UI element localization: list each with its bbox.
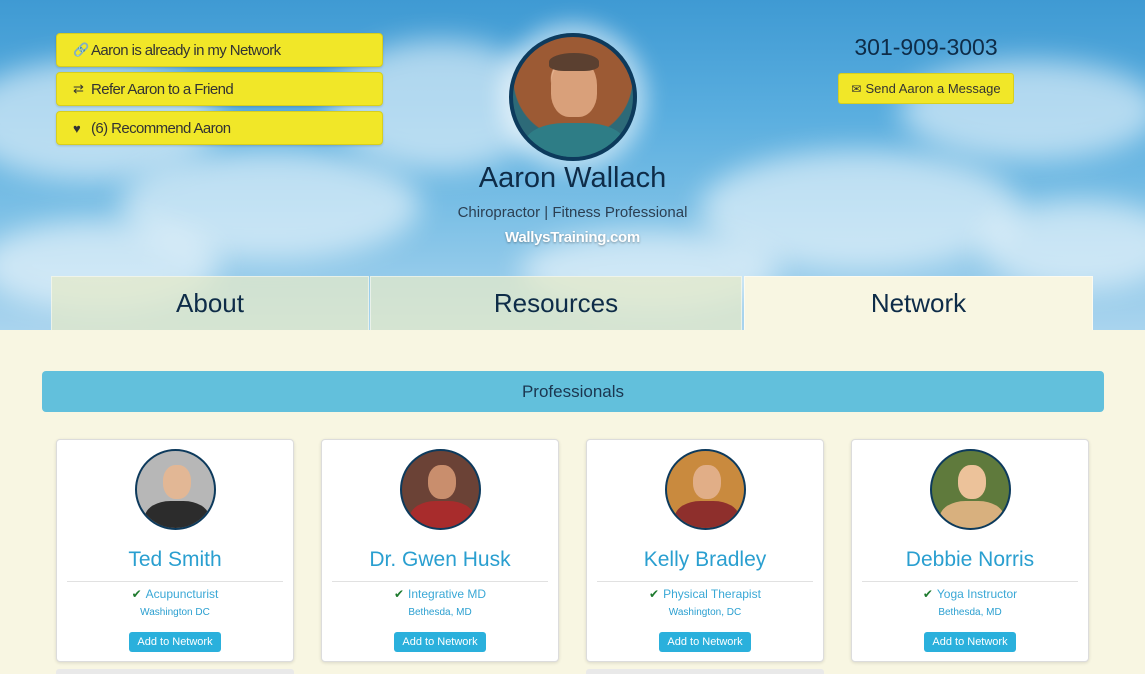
send-message-button[interactable]: ✉ Send Aaron a Message bbox=[838, 73, 1014, 104]
already-in-network-label: Aaron is already in my Network bbox=[91, 41, 281, 59]
professional-role-row: ✔ Integrative MD bbox=[322, 587, 558, 601]
tab-about-label: About bbox=[176, 288, 244, 318]
professional-role: Yoga Instructor bbox=[936, 587, 1018, 601]
recommend-label: (6) Recommend Aaron bbox=[91, 119, 231, 137]
professional-name[interactable]: Ted Smith bbox=[57, 548, 293, 572]
professional-location: Bethesda, MD bbox=[938, 607, 1002, 618]
professional-role-row: ✔ Yoga Instructor bbox=[852, 587, 1088, 601]
link-icon: 🔗 bbox=[73, 42, 89, 57]
professional-card: Dr. Gwen Husk ✔ Integrative MD Bethesda,… bbox=[321, 439, 559, 662]
swap-arrows-icon: ⇄ bbox=[73, 81, 84, 96]
add-to-network-button[interactable]: Add to Network bbox=[129, 632, 221, 652]
recommend-button[interactable]: ♥ (6) Recommend Aaron bbox=[56, 111, 383, 145]
next-card-edge bbox=[56, 669, 294, 674]
send-message-label: Send Aaron a Message bbox=[865, 81, 1001, 96]
check-badge-icon: ✔ bbox=[131, 587, 142, 601]
check-badge-icon: ✔ bbox=[393, 587, 405, 601]
profile-name: Aaron Wallach bbox=[478, 162, 667, 194]
heart-icon: ♥ bbox=[73, 120, 81, 136]
professional-role: Physical Therapist bbox=[663, 587, 761, 601]
professional-location: Washington, DC bbox=[668, 607, 742, 618]
refer-friend-button[interactable]: ⇄ Refer Aaron to a Friend bbox=[56, 72, 383, 106]
professional-card: Kelly Bradley ✔ Physical Therapist Washi… bbox=[586, 439, 824, 662]
professional-card: Ted Smith ✔ Acupuncturist Washington DC … bbox=[56, 439, 294, 662]
professional-avatar bbox=[400, 449, 481, 530]
professional-name[interactable]: Debbie Norris bbox=[852, 548, 1088, 572]
add-to-network-button[interactable]: Add to Network bbox=[659, 632, 751, 652]
professional-name[interactable]: Dr. Gwen Husk bbox=[322, 548, 558, 572]
section-title: Professionals bbox=[521, 381, 625, 401]
envelope-icon: ✉ bbox=[851, 81, 862, 96]
tab-resources[interactable]: Resources bbox=[370, 276, 742, 330]
professional-avatar bbox=[665, 449, 746, 530]
tab-network[interactable]: Network bbox=[744, 276, 1093, 330]
check-badge-icon: ✔ bbox=[922, 587, 933, 601]
tab-network-label: Network bbox=[870, 288, 967, 318]
profile-title: Chiropractor | Fitness Professional bbox=[457, 204, 688, 221]
add-to-network-button[interactable]: Add to Network bbox=[924, 632, 1016, 652]
phone-number[interactable]: 301-909-3003 bbox=[838, 34, 1014, 61]
already-in-network-button[interactable]: 🔗 Aaron is already in my Network bbox=[56, 33, 383, 67]
professional-location: Bethesda, MD bbox=[408, 607, 472, 618]
professional-role-row: ✔ Physical Therapist bbox=[587, 587, 823, 601]
professional-card: Debbie Norris ✔ Yoga Instructor Bethesda… bbox=[851, 439, 1089, 662]
professional-role: Acupuncturist bbox=[145, 587, 219, 601]
professional-role: Integrative MD bbox=[408, 587, 487, 601]
divider bbox=[597, 581, 813, 582]
profile-website-link[interactable]: WallysTraining.com bbox=[0, 229, 1145, 246]
professional-avatar bbox=[135, 449, 216, 530]
tab-resources-label: Resources bbox=[493, 288, 619, 318]
professional-location: Washington DC bbox=[140, 607, 210, 618]
refer-friend-label: Refer Aaron to a Friend bbox=[91, 80, 234, 98]
divider bbox=[332, 581, 548, 582]
divider bbox=[67, 581, 283, 582]
professional-name[interactable]: Kelly Bradley bbox=[587, 548, 823, 572]
professionals-section-header: Professionals bbox=[42, 371, 1104, 412]
divider bbox=[862, 581, 1078, 582]
profile-avatar bbox=[509, 33, 637, 161]
next-card-edge bbox=[586, 669, 824, 674]
check-badge-icon: ✔ bbox=[649, 587, 660, 601]
professional-role-row: ✔ Acupuncturist bbox=[57, 587, 293, 601]
professional-avatar bbox=[930, 449, 1011, 530]
tab-about[interactable]: About bbox=[51, 276, 369, 330]
add-to-network-button[interactable]: Add to Network bbox=[394, 632, 486, 652]
